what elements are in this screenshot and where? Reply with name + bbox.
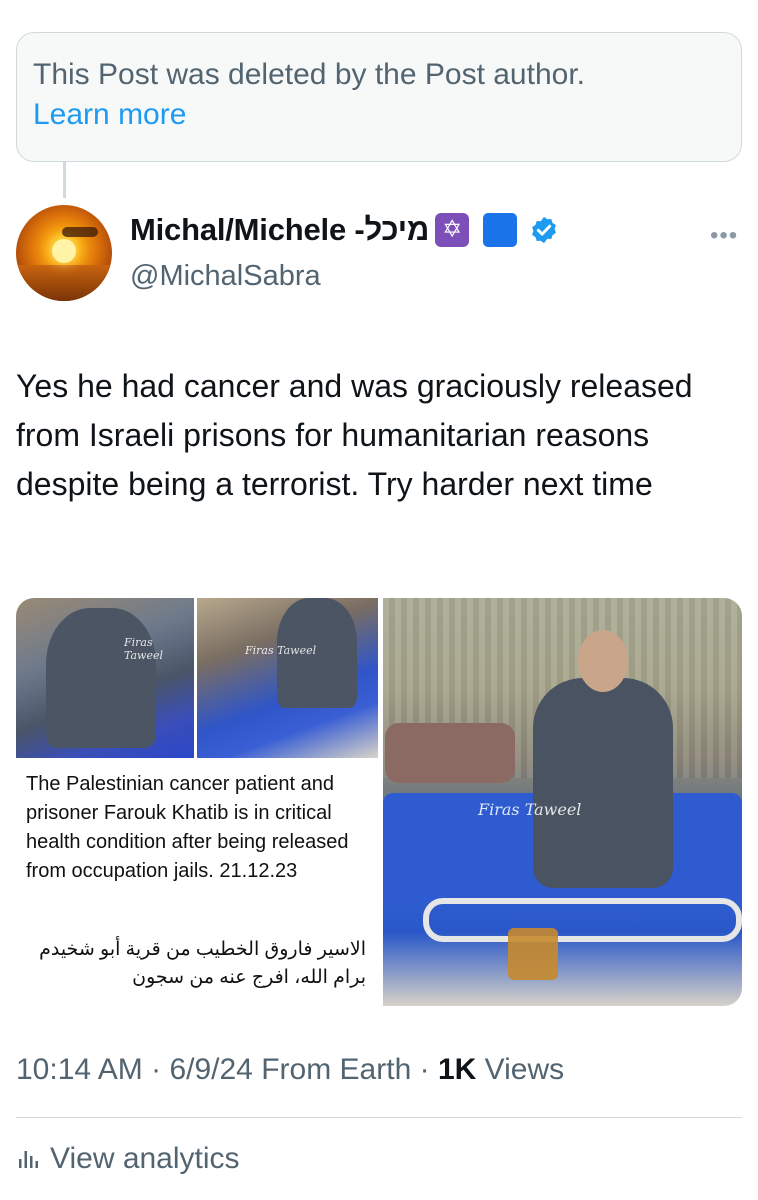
post-time[interactable]: 10:14 AM	[16, 1053, 143, 1086]
deleted-post-notice: This Post was deleted by the Post author…	[16, 32, 742, 162]
author-handle[interactable]: @MichalSabra	[130, 260, 321, 293]
media-caption-arabic: الاسير فاروق الخطيب من قرية أبو شخيدم بر…	[39, 939, 366, 988]
blue-square-icon	[483, 213, 518, 247]
learn-more-link[interactable]: Learn more	[33, 95, 186, 135]
bed-rail	[423, 898, 742, 942]
verified-badge-icon	[532, 216, 557, 244]
display-name[interactable]: Michal/Michele -מיכל	[130, 212, 429, 248]
patient-figure	[46, 608, 156, 748]
thread-connector-line	[63, 162, 66, 198]
photo-watermark: Firas Taweel	[478, 800, 582, 819]
photo-watermark: Firas Taweel	[245, 644, 317, 657]
thumbnail-photo-1: Firas Taweel	[16, 598, 194, 758]
more-options-icon[interactable]: •••	[710, 222, 738, 250]
photo-watermark: Firas Taweel	[124, 636, 163, 662]
media-left-collage: Firas Taweel Firas Taweel The Palestinia…	[16, 598, 378, 1006]
analytics-bars-icon	[19, 1151, 38, 1168]
avatar-cloud	[62, 227, 98, 237]
view-analytics-button[interactable]: View analytics	[16, 1142, 240, 1176]
post-date[interactable]: 6/9/24	[169, 1053, 252, 1086]
author-name-row[interactable]: Michal/Michele -מיכל ✡	[130, 212, 559, 248]
media-caption-english: The Palestinian cancer patient and priso…	[26, 773, 349, 882]
thumbnail-photo-2: Firas Taweel	[197, 598, 378, 758]
post-text: Yes he had cancer and was graciously rel…	[16, 368, 693, 502]
pillow	[385, 723, 515, 783]
post-media-image[interactable]: Firas Taweel Firas Taweel The Palestinia…	[16, 598, 742, 1006]
views-count: 1K	[437, 1053, 477, 1086]
avatar[interactable]	[16, 205, 112, 301]
separator-dot: ·	[151, 1053, 162, 1086]
drainage-bag	[508, 928, 558, 980]
patient-figure	[533, 678, 673, 888]
avatar-sun	[52, 239, 76, 263]
divider	[16, 1117, 742, 1118]
post-source: From Earth	[261, 1053, 412, 1086]
view-analytics-label[interactable]: View analytics	[50, 1142, 240, 1176]
post-timestamp-row: 10:14 AM · 6/9/24 From Earth · 1K Views	[16, 1053, 564, 1087]
deleted-notice-text: This Post was deleted by the Post author…	[33, 58, 585, 91]
media-main-photo: Firas Taweel	[383, 598, 742, 1006]
avatar-sea	[16, 264, 112, 301]
star-of-david-icon: ✡	[435, 213, 470, 247]
patient-head	[578, 630, 628, 692]
views-label: Views	[484, 1053, 565, 1086]
separator-dot: ·	[419, 1053, 430, 1086]
